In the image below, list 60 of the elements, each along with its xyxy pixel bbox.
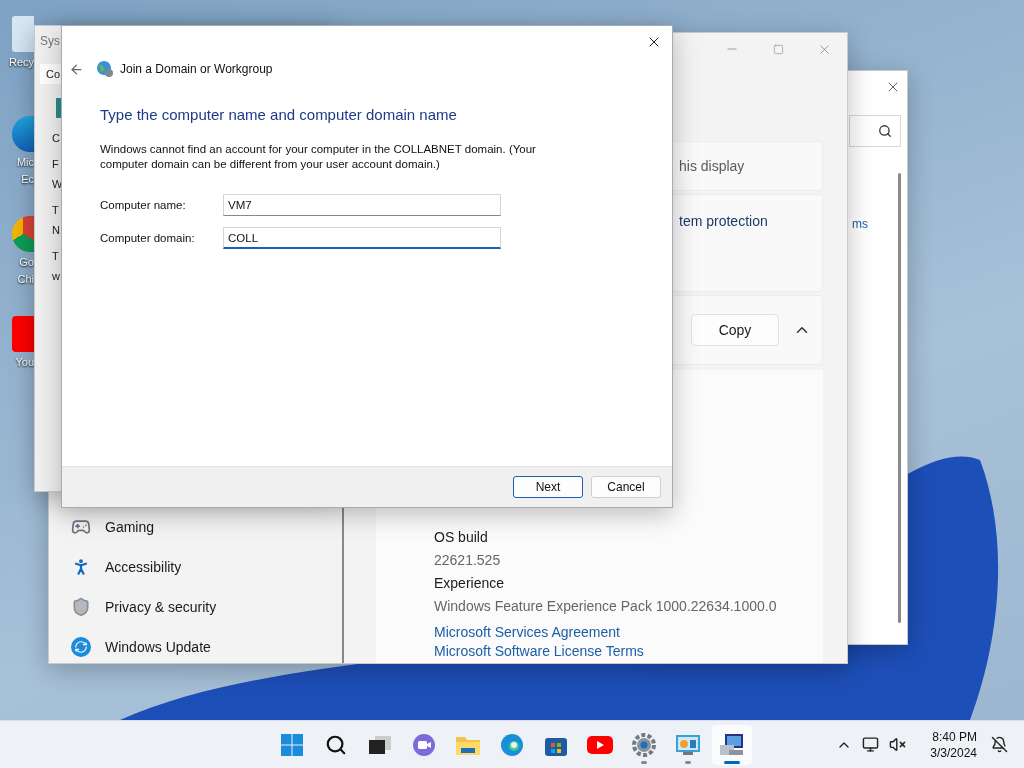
nav-item[interactable]: Privacy & security xyxy=(105,599,217,615)
nav-item[interactable]: Windows Update xyxy=(105,639,211,655)
window-title: Sys xyxy=(40,34,60,48)
spec-value: Windows Feature Experience Pack 1000.22634.1000.0 xyxy=(434,598,778,614)
dialog-title: Join a Domain or Workgroup xyxy=(120,62,273,76)
search-field[interactable] xyxy=(849,115,901,147)
dialog-button[interactable]: Cancel xyxy=(591,476,661,498)
spec-label: OS build xyxy=(434,529,489,545)
agreement-link[interactable]: Microsoft Software License Terms xyxy=(434,643,823,659)
task-view-icon xyxy=(369,735,391,754)
dialog-button[interactable]: Next xyxy=(513,476,583,498)
computer-icon xyxy=(719,732,745,757)
shield-icon xyxy=(71,597,91,617)
field-label: Computer domain: xyxy=(100,232,196,244)
setting-label: his display xyxy=(679,158,745,174)
input-field[interactable]: VM7 xyxy=(223,194,501,216)
browser-icon xyxy=(500,732,524,757)
back-arrow-button[interactable] xyxy=(69,61,84,77)
label-fragment: T xyxy=(52,250,60,262)
setting-link[interactable]: tem protection xyxy=(679,213,768,229)
dialog-heading: Type the computer name and computer domain name xyxy=(100,106,458,123)
windows-logo-icon xyxy=(280,732,304,757)
search-icon xyxy=(878,124,892,138)
copy-button[interactable]: Copy xyxy=(691,314,779,346)
field-label: Computer name: xyxy=(100,199,187,211)
nav-item[interactable]: Gaming xyxy=(105,519,155,535)
nav-item[interactable]: Accessibility xyxy=(105,559,182,575)
label-fragment: C xyxy=(52,132,60,144)
gamepad-icon xyxy=(71,517,91,537)
spec-value: 22621.525 xyxy=(434,552,502,568)
scrollbar[interactable] xyxy=(898,173,901,623)
shortcut-label: Go xyxy=(19,255,34,269)
label-fragment: w xyxy=(52,270,60,282)
shortcut-label: Chi xyxy=(17,272,34,286)
globe-icon xyxy=(96,60,114,78)
muted-speaker-icon[interactable] xyxy=(889,736,907,753)
control-panel-icon xyxy=(675,733,701,756)
agreement-link[interactable]: Microsoft Services Agreement xyxy=(434,624,823,640)
taskbar-app[interactable] xyxy=(712,724,752,765)
monitor-icon[interactable] xyxy=(862,736,880,753)
shortcut-label: Recy xyxy=(8,55,34,69)
video-chat-icon xyxy=(412,732,436,757)
label-fragment: T xyxy=(52,204,60,216)
input-field[interactable]: COLL xyxy=(223,227,501,249)
maximize-icon xyxy=(772,43,784,55)
play-button-icon xyxy=(587,735,613,754)
settings-icon xyxy=(632,732,656,757)
link[interactable]: ms xyxy=(852,217,868,231)
search-icon xyxy=(325,733,347,756)
clock-date[interactable]: 3/3/2024 xyxy=(930,744,977,761)
shortcut-label: You xyxy=(15,355,34,369)
clock-time[interactable]: 8:40 PM xyxy=(932,728,977,745)
shortcut-label: Mic xyxy=(16,155,34,169)
refresh-icon xyxy=(71,637,91,657)
shortcut-label: Ec xyxy=(21,172,34,186)
spec-label: Experience xyxy=(434,575,506,591)
message-text: Windows cannot find an account for your computer in the COLLABNET domain. (Your computer domain can be different from your user account domain.) xyxy=(100,142,537,172)
bell-icon[interactable] xyxy=(991,736,1008,753)
label-fragment: F xyxy=(52,158,60,170)
label-fragment: N xyxy=(52,224,60,236)
